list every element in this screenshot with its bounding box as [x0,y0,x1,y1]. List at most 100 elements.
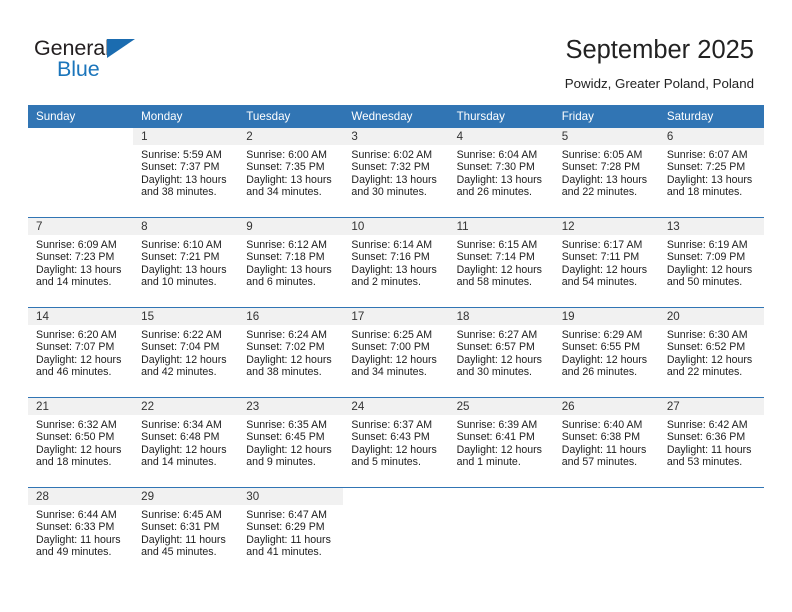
calendar-day-cell[interactable]: 11 Sunrise: 6:15 AM Sunset: 7:14 PM Dayligh… [448,217,554,308]
calendar-day-cell[interactable]: 4 Sunrise: 6:04 AM Sunset: 7:30 PM Daylight… [448,128,554,218]
daylight-text-line2: and 9 minutes. [246,456,316,469]
calendar-day-cell[interactable]: 28 Sunrise: 6:44 AM Sunset: 6:33 PM Dayligh… [28,487,134,577]
day-number: 8 [133,218,239,235]
day-cell-content: 12 Sunrise: 6:17 AM Sunset: 7:11 PM Dayligh… [553,218,659,307]
daylight-text-line1: Daylight: 12 hours [456,443,542,456]
daylight-text-line1: Daylight: 12 hours [246,443,332,456]
sunset-text: Sunset: 7:11 PM [561,251,640,264]
day-number: 19 [553,308,659,325]
day-number: 6 [658,128,764,145]
general-blue-logo[interactable]: General Blue [34,36,154,82]
sunset-text: Sunset: 6:45 PM [246,431,325,444]
calendar-day-cell[interactable]: 7 Sunrise: 6:09 AM Sunset: 7:23 PM Daylight… [28,217,134,308]
calendar-table: Sunday Monday Tuesday Wednesday Thursday… [28,105,764,577]
sunrise-text: Sunrise: 6:35 AM [246,419,327,431]
daylight-text-line1: Daylight: 13 hours [246,173,332,186]
daylight-text-line1: Daylight: 13 hours [36,263,122,276]
day-sun-details: Sunrise: 6:22 AM Sunset: 7:04 PM Daylight:… [133,325,238,379]
sunrise-text: Sunrise: 6:04 AM [456,149,538,161]
day-cell-content: 27 Sunrise: 6:42 AM Sunset: 6:36 PM Dayligh… [658,398,764,487]
day-cell-content: 30 Sunrise: 6:47 AM Sunset: 6:29 PM Dayligh… [238,488,344,577]
daylight-text-line2: and 14 minutes. [141,456,217,469]
daylight-text-line1: Daylight: 12 hours [666,353,753,366]
calendar-day-cell[interactable]: 2 Sunrise: 6:00 AM Sunset: 7:35 PM Daylight… [238,128,344,218]
sunrise-text: Sunrise: 6:42 AM [666,419,748,431]
daylight-text-line1: Daylight: 12 hours [561,263,648,276]
day-sun-details: Sunrise: 6:42 AM Sunset: 6:36 PM Daylight:… [659,415,764,469]
daylight-text-line2: and 14 minutes. [36,276,112,289]
page-subtitle-location: Powidz, Greater Poland, Poland [564,76,754,91]
day-cell-content: 2 Sunrise: 6:00 AM Sunset: 7:35 PM Daylight… [238,128,344,217]
daylight-text-line1: Daylight: 12 hours [141,353,227,366]
day-cell-content: 16 Sunrise: 6:24 AM Sunset: 7:02 PM Dayligh… [238,308,344,397]
daylight-text-line1: Daylight: 13 hours [141,173,227,186]
calendar-day-cell[interactable]: 8 Sunrise: 6:10 AM Sunset: 7:21 PM Daylight… [133,217,239,308]
sunset-text: Sunset: 7:30 PM [456,161,535,174]
calendar-week-row: 7 Sunrise: 6:09 AM Sunset: 7:23 PM Daylight… [28,217,764,308]
calendar-day-cell[interactable]: 17 Sunrise: 6:25 AM Sunset: 7:00 PM Dayligh… [343,307,449,398]
calendar-day-cell[interactable]: 10 Sunrise: 6:14 AM Sunset: 7:16 PM Dayligh… [343,217,449,308]
day-number: 2 [238,128,344,145]
sunrise-text: Sunrise: 6:19 AM [666,239,748,251]
calendar-day-cell[interactable]: 3 Sunrise: 6:02 AM Sunset: 7:32 PM Daylight… [343,128,449,218]
weekday-header-wednesday: Wednesday [343,105,449,128]
sunset-text: Sunset: 7:32 PM [351,161,430,174]
sunset-text: Sunset: 7:23 PM [36,251,115,264]
sunset-text: Sunset: 6:43 PM [351,431,430,444]
calendar-day-cell[interactable]: 27 Sunrise: 6:42 AM Sunset: 6:36 PM Dayligh… [658,397,764,488]
calendar-day-cell[interactable]: 23 Sunrise: 6:35 AM Sunset: 6:45 PM Dayligh… [238,397,344,488]
logo-text-blue: Blue [57,57,100,81]
day-cell-content: 23 Sunrise: 6:35 AM Sunset: 6:45 PM Dayligh… [238,398,344,487]
calendar-day-cell[interactable]: 26 Sunrise: 6:40 AM Sunset: 6:38 PM Dayligh… [553,397,659,488]
sunset-text: Sunset: 6:57 PM [456,341,535,354]
calendar-day-cell[interactable]: 22 Sunrise: 6:34 AM Sunset: 6:48 PM Dayligh… [133,397,239,488]
calendar-day-cell[interactable]: 5 Sunrise: 6:05 AM Sunset: 7:28 PM Daylight… [553,128,659,218]
day-cell-content: 5 Sunrise: 6:05 AM Sunset: 7:28 PM Daylight… [553,128,659,217]
calendar-day-cell[interactable]: 25 Sunrise: 6:39 AM Sunset: 6:41 PM Dayligh… [448,397,554,488]
day-cell-content [659,488,764,577]
calendar-day-cell[interactable]: 12 Sunrise: 6:17 AM Sunset: 7:11 PM Dayligh… [553,217,659,308]
sunset-text: Sunset: 6:48 PM [141,431,220,444]
day-number [659,488,764,505]
day-number: 9 [238,218,344,235]
sunrise-text: Sunrise: 6:32 AM [36,419,117,431]
calendar-day-cell[interactable]: 13 Sunrise: 6:19 AM Sunset: 7:09 PM Dayligh… [658,217,764,308]
day-sun-details: Sunrise: 6:35 AM Sunset: 6:45 PM Daylight:… [238,415,343,469]
calendar-day-cell[interactable]: 30 Sunrise: 6:47 AM Sunset: 6:29 PM Dayligh… [238,487,344,577]
day-sun-details: Sunrise: 6:19 AM Sunset: 7:09 PM Daylight:… [659,235,764,289]
calendar-day-cell[interactable]: 20 Sunrise: 6:30 AM Sunset: 6:52 PM Dayligh… [658,307,764,398]
daylight-text-line2: and 42 minutes. [141,366,217,379]
calendar-day-cell[interactable]: 16 Sunrise: 6:24 AM Sunset: 7:02 PM Dayligh… [238,307,344,398]
weekday-header-tuesday: Tuesday [238,105,344,128]
daylight-text-line2: and 30 minutes. [351,186,427,199]
calendar-day-cell[interactable]: 29 Sunrise: 6:45 AM Sunset: 6:31 PM Dayligh… [133,487,239,577]
day-number: 7 [28,218,134,235]
calendar-day-cell[interactable]: 15 Sunrise: 6:22 AM Sunset: 7:04 PM Dayligh… [133,307,239,398]
calendar-day-cell[interactable]: 21 Sunrise: 6:32 AM Sunset: 6:50 PM Dayligh… [28,397,134,488]
calendar-day-cell[interactable]: 6 Sunrise: 6:07 AM Sunset: 7:25 PM Daylight… [658,128,764,218]
day-cell-content: 20 Sunrise: 6:30 AM Sunset: 6:52 PM Dayligh… [658,308,764,397]
calendar-week-row: 14 Sunrise: 6:20 AM Sunset: 7:07 PM Dayligh… [28,307,764,398]
daylight-text-line1: Daylight: 12 hours [246,353,332,366]
sunrise-text: Sunrise: 6:05 AM [561,149,643,161]
calendar-day-cell[interactable]: 19 Sunrise: 6:29 AM Sunset: 6:55 PM Dayligh… [553,307,659,398]
calendar-day-cell[interactable]: 1 Sunrise: 5:59 AM Sunset: 7:37 PM Daylight… [133,128,239,218]
calendar-day-cell[interactable]: 9 Sunrise: 6:12 AM Sunset: 7:18 PM Daylight… [238,217,344,308]
day-sun-details: Sunrise: 6:09 AM Sunset: 7:23 PM Daylight:… [28,235,133,289]
calendar-day-cell[interactable]: 24 Sunrise: 6:37 AM Sunset: 6:43 PM Dayligh… [343,397,449,488]
daylight-text-line1: Daylight: 12 hours [456,353,542,366]
sunrise-text: Sunrise: 6:10 AM [141,239,222,251]
triangle-flag-icon [107,39,135,58]
calendar-day-cell[interactable]: 18 Sunrise: 6:27 AM Sunset: 6:57 PM Dayligh… [448,307,554,398]
daylight-text-line1: Daylight: 12 hours [351,353,437,366]
sunset-text: Sunset: 7:28 PM [561,161,641,174]
day-sun-details: Sunrise: 6:20 AM Sunset: 7:07 PM Daylight:… [28,325,133,379]
sunset-text: Sunset: 6:29 PM [246,521,325,534]
daylight-text-line2: and 46 minutes. [36,366,112,379]
day-number: 14 [28,308,134,325]
calendar-day-cell[interactable]: 14 Sunrise: 6:20 AM Sunset: 7:07 PM Dayligh… [28,307,134,398]
sunset-text: Sunset: 7:14 PM [456,251,535,264]
day-number: 29 [133,488,239,505]
day-number: 18 [448,308,554,325]
day-number: 30 [238,488,344,505]
